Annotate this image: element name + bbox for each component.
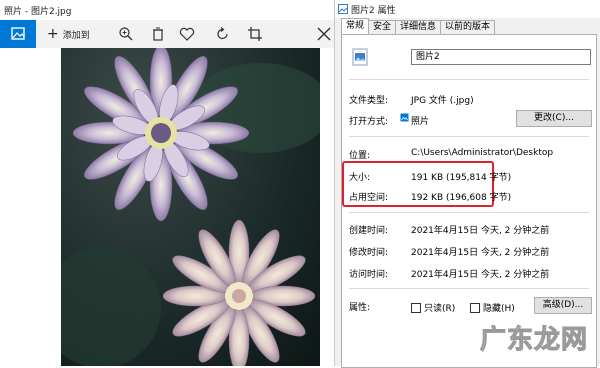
tab-strip: 常规 安全 详细信息 以前的版本: [341, 18, 496, 34]
file-thumbnail-icon: [352, 48, 368, 66]
created-value: 2021年4月15日 今天, 2 分钟之前: [411, 226, 550, 236]
dahlia-image: [61, 48, 320, 366]
file-type-label: 文件类型:: [349, 96, 389, 106]
add-to-button[interactable]: + 添加到: [47, 20, 90, 48]
zoom-in-icon[interactable]: [118, 26, 134, 42]
accessed-value: 2021年4月15日 今天, 2 分钟之前: [411, 270, 550, 280]
crop-icon[interactable]: [247, 26, 263, 42]
general-panel: 图片2 文件类型: JPG 文件 (.jpg) 打开方式: 照片 更改(C)..…: [341, 34, 597, 368]
tab-security[interactable]: 安全: [368, 20, 397, 34]
photos-titlebar: 照片 - 图片2.jpg: [0, 0, 334, 20]
photos-toolbar: + 添加到: [0, 20, 334, 48]
tab-general[interactable]: 常规: [341, 18, 370, 34]
modified-label: 修改时间:: [349, 248, 389, 258]
collection-button[interactable]: [0, 20, 36, 48]
properties-dialog: 图片2 属性 常规 安全 详细信息 以前的版本 图片2 文件类型: JPG 文件…: [334, 0, 600, 368]
separator: [349, 212, 589, 213]
hidden-checkbox[interactable]: 隐藏(H): [470, 301, 515, 314]
edit-icon[interactable]: [316, 26, 332, 42]
tab-previous-versions[interactable]: 以前的版本: [440, 20, 496, 34]
change-button[interactable]: 更改(C)...: [516, 110, 592, 127]
modified-value: 2021年4月15日 今天, 2 分钟之前: [411, 248, 550, 258]
readonly-checkbox[interactable]: 只读(R): [411, 301, 455, 314]
add-to-label: 添加到: [62, 30, 90, 41]
properties-titlebar: 图片2 属性: [335, 0, 600, 18]
advanced-button[interactable]: 高级(D)...: [534, 297, 592, 314]
size-value: 191 KB (195,814 字节): [411, 173, 512, 183]
file-name-input[interactable]: 图片2: [411, 49, 591, 65]
accessed-label: 访问时间:: [349, 270, 389, 280]
separator: [349, 288, 589, 289]
photos-window-title: 照片 - 图片2.jpg: [4, 7, 72, 17]
photo-canvas: [0, 48, 334, 366]
photos-app-icon: [400, 113, 409, 122]
location-value: C:\Users\Administrator\Desktop: [411, 148, 554, 158]
readonly-label: 只读(R): [424, 304, 456, 314]
file-type-value: JPG 文件 (.jpg): [411, 96, 474, 106]
plus-icon: +: [47, 26, 59, 42]
heart-icon[interactable]: [179, 26, 195, 42]
opens-with-label: 打开方式:: [349, 117, 389, 127]
hidden-label: 隐藏(H): [483, 304, 515, 314]
watermark-text: 广东龙网: [479, 325, 589, 356]
created-label: 创建时间:: [349, 226, 389, 236]
properties-window-title: 图片2 属性: [351, 6, 396, 16]
tab-details[interactable]: 详细信息: [395, 20, 442, 34]
size-on-disk-label: 占用空间:: [349, 193, 389, 203]
checkbox-box: [470, 302, 480, 313]
photos-app-window: 照片 - 图片2.jpg + 添加到: [0, 0, 334, 366]
delete-icon[interactable]: [150, 26, 166, 42]
checkbox-box: [411, 302, 421, 313]
dahlia-photo: [61, 48, 320, 366]
size-on-disk-value: 192 KB (196,608 字节): [411, 193, 512, 203]
image-icon: [11, 27, 25, 40]
image-file-icon: [338, 4, 348, 14]
separator: [349, 79, 589, 80]
size-label: 大小:: [349, 173, 371, 183]
separator: [349, 136, 589, 137]
rotate-icon[interactable]: [215, 26, 231, 42]
opens-with-value: 照片: [411, 117, 430, 127]
attributes-label: 属性:: [349, 303, 371, 313]
location-label: 位置:: [349, 151, 371, 161]
